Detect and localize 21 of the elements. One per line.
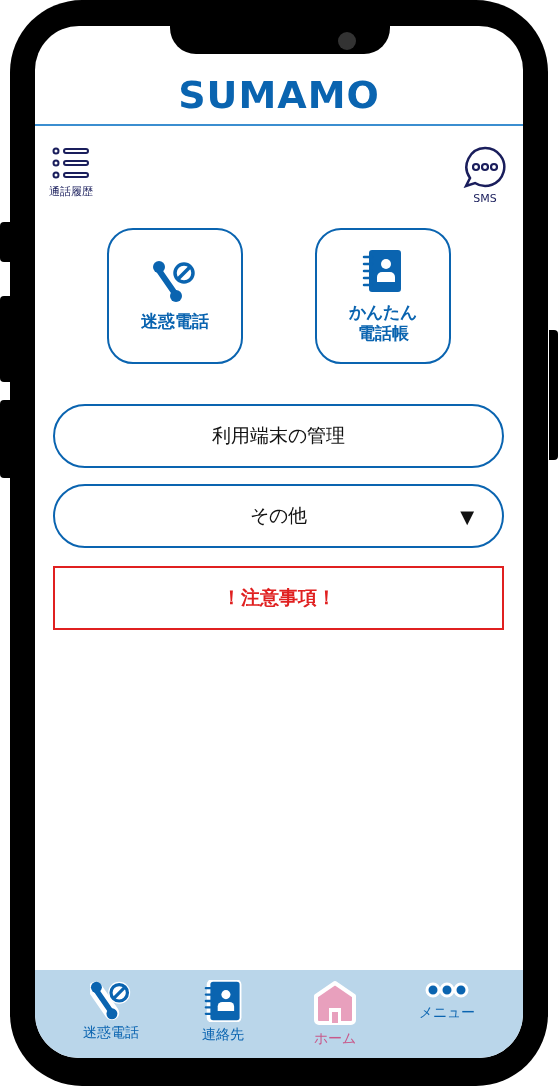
sms-label[interactable]: SMS (473, 192, 497, 205)
menu-button[interactable]: 利用端末の管理 (53, 404, 504, 468)
camera-dot (338, 32, 356, 50)
history-label[interactable]: 通話履歴 (49, 184, 93, 199)
nav-tab[interactable]: 迷惑電話 (66, 980, 156, 1058)
chat-bubble-icon[interactable] (463, 146, 507, 188)
phone-block-icon (90, 980, 132, 1021)
nav-tab[interactable]: メニュー (402, 980, 492, 1058)
dropdown-button[interactable]: その他 ▼ (53, 484, 504, 548)
more-icon (425, 980, 469, 1000)
notice-button[interactable]: ！注意事項！ (53, 566, 504, 630)
menu-tile[interactable]: かんたん 電話帳 (315, 228, 451, 364)
home-icon (313, 980, 357, 1026)
caret-icon: ▼ (460, 506, 474, 527)
list-icon[interactable] (52, 146, 90, 180)
address-book-icon (204, 980, 242, 1022)
app-logo: SUMAMO (178, 76, 380, 114)
address-book-icon (362, 247, 404, 294)
phone-block-icon (152, 259, 198, 304)
nav-tab[interactable]: 連絡先 (178, 980, 268, 1058)
menu-tile[interactable]: 迷惑電話 (107, 228, 243, 364)
